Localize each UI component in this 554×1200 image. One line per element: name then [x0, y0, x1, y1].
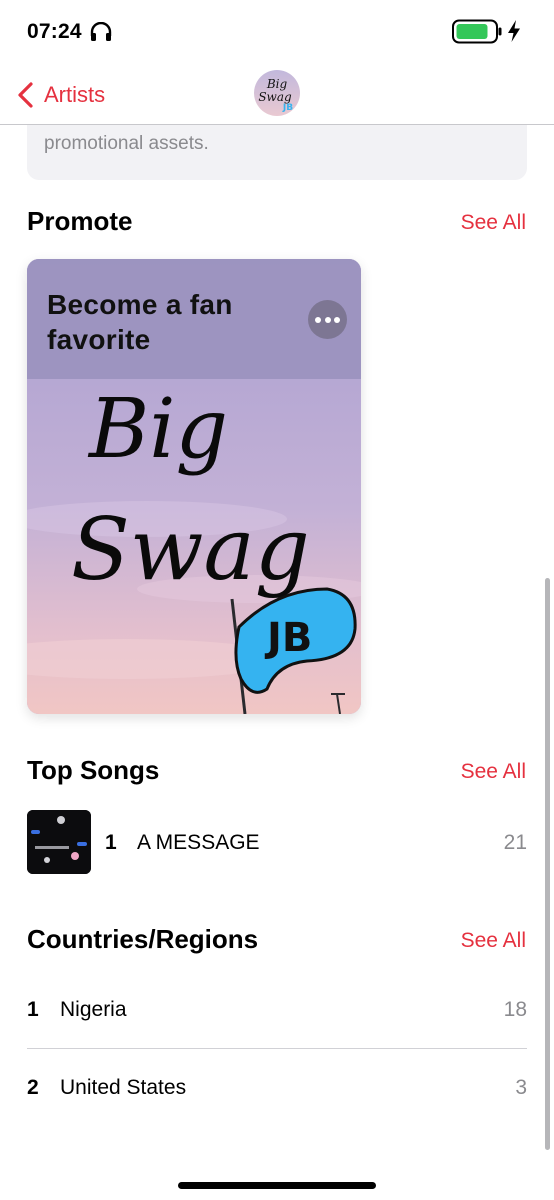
- promo-art-line-2: Swag: [71, 500, 310, 600]
- country-name: United States: [60, 1076, 187, 1099]
- song-artwork: [27, 810, 91, 874]
- song-title: A MESSAGE: [137, 831, 260, 854]
- back-button[interactable]: Artists: [16, 80, 105, 110]
- countries-see-all-link[interactable]: See All: [461, 929, 526, 953]
- country-row[interactable]: 2 United States 3: [27, 1076, 527, 1116]
- promote-section-title: Promote: [27, 206, 133, 236]
- song-row[interactable]: 1 A MESSAGE 21: [27, 810, 527, 875]
- promote-see-all-link[interactable]: See All: [461, 211, 526, 235]
- chevron-left-icon: [18, 82, 33, 108]
- country-count: 18: [503, 998, 527, 1021]
- promo-art-line-1: Big: [87, 382, 228, 477]
- avatar-text-3: JB: [282, 103, 293, 113]
- scroll-indicator[interactable]: [545, 578, 550, 1150]
- avatar-text-1: Big: [266, 77, 288, 91]
- top-songs-section-title: Top Songs: [27, 755, 160, 785]
- countries-section-title: Countries/Regions: [27, 924, 259, 954]
- country-rank: 2: [27, 1076, 39, 1099]
- navigation-bar: Artists Big Swag JB: [0, 64, 554, 125]
- country-rank: 1: [27, 998, 39, 1021]
- headphones-icon: [90, 22, 112, 41]
- promo-card[interactable]: Big Swag JB Become a fan favorite: [27, 259, 361, 714]
- top-songs-see-all-link[interactable]: See All: [461, 760, 526, 784]
- ellipsis-icon: [315, 317, 321, 323]
- country-count: 3: [515, 1076, 527, 1099]
- status-time: 07:24: [27, 20, 82, 43]
- song-rank: 1: [105, 831, 117, 854]
- battery-icon: [452, 19, 502, 44]
- home-indicator[interactable]: [178, 1182, 376, 1189]
- row-divider: [27, 1048, 527, 1049]
- avatar-text-2: Swag: [258, 90, 292, 104]
- status-bar: 07:24: [0, 0, 554, 64]
- country-row[interactable]: 1 Nigeria 18: [27, 998, 527, 1038]
- back-button-label: Artists: [44, 82, 106, 107]
- country-name: Nigeria: [60, 998, 127, 1021]
- promo-card-title: Become a fan favorite: [47, 289, 233, 355]
- promo-art-badge: JB: [264, 615, 312, 661]
- bolt-icon: [508, 20, 520, 42]
- artist-avatar[interactable]: Big Swag JB: [254, 70, 300, 116]
- song-play-count: 21: [503, 831, 527, 854]
- more-options-button[interactable]: [308, 300, 347, 339]
